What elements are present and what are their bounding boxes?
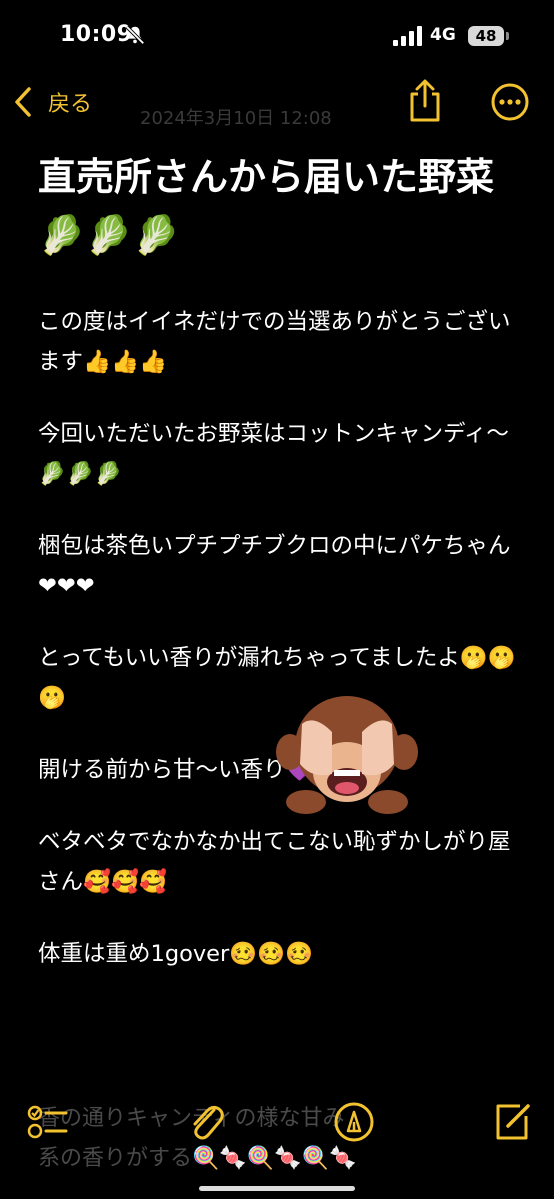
battery-icon: 48 [468,26,504,46]
chevron-left-icon [15,87,31,117]
share-icon[interactable] [404,78,446,124]
status-time: 10:09 [60,22,133,47]
note-body[interactable]: 直売所さんから届いた野菜🥬🥬🥬 この度はイイネだけでの当選ありがとうございます👍… [38,148,518,974]
bottom-toolbar [0,1080,554,1160]
markup-pen-icon[interactable] [332,1100,376,1144]
compose-icon[interactable] [490,1100,534,1144]
back-button[interactable]: 戻る [12,82,92,122]
network-type: 4G [430,25,456,45]
cellular-signal-icon [393,26,422,46]
checklist-icon[interactable] [26,1100,70,1144]
note-paragraph: この度はイイネだけでの当選ありがとうございます👍👍👍 [38,309,511,375]
note-paragraph: 今回いただいたお野菜はコットンキャンディ〜🥬🥬🥬 [38,421,509,487]
note-date: 2024年3月10日 12:08 [140,108,332,129]
battery-tip [506,32,509,40]
note-paragraph: ベタベタでなかなか出てこない恥ずかしがり屋さん🥰🥰🥰 [38,829,511,895]
paperclip-icon[interactable] [184,1100,228,1144]
note-title: 直売所さんから届いた野菜🥬🥬🥬 [38,155,495,257]
status-bar: 10:09 4G 48 [0,0,554,70]
more-options-icon[interactable] [490,82,530,122]
bell-slash-icon [125,25,145,45]
back-label: 戻る [48,92,93,117]
home-indicator[interactable] [199,1186,355,1191]
note-paragraph: 梱包は茶色いプチプチブクロの中にパケちゃん❤❤❤ [38,533,511,599]
note-paragraph: 体重は重め1gover🥴🥴🥴 [38,941,314,967]
see-no-evil-monkey-sticker [276,696,418,814]
